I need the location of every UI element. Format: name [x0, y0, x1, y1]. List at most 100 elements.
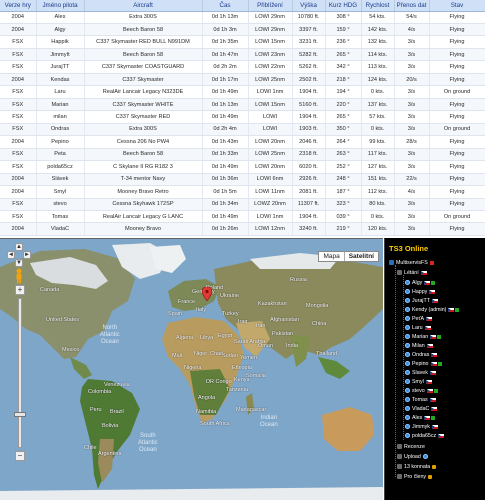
ts3-user[interactable]: Algy: [405, 278, 436, 287]
table-cell: 3397 ft.: [292, 23, 326, 37]
channel-icon: [397, 464, 402, 469]
table-row[interactable]: FSX JimmyIt Beech Baron 58 0d 1h 47m LOWI 23…: [0, 48, 485, 62]
pan-right-button[interactable]: ►: [23, 251, 31, 259]
zoom-slider-thumb[interactable]: [14, 412, 26, 417]
location-marker-icon[interactable]: [202, 287, 212, 301]
table-row[interactable]: 2004 Ales Extra 300S 0d 1h 13m LOWI 29nm 1078…: [0, 11, 485, 24]
column-header[interactable]: Přenos dat: [394, 0, 430, 12]
page: Verze hry Jméno pilota Aircraft Čas Přib…: [0, 0, 485, 500]
ts3-user[interactable]: PeťA: [405, 314, 432, 323]
table-row[interactable]: FSX Marian C337 Skymaster WHITE 0d 1h 13m LO…: [0, 98, 485, 112]
table-row[interactable]: FSX Ondras Extra 300S 0d 2h 4m LOWI 1903 ft. 3…: [0, 123, 485, 137]
ts3-user[interactable]: Happy: [405, 287, 436, 296]
table-cell: FSX: [0, 160, 37, 174]
ts3-channel-members[interactable]: Pro členy: [397, 472, 433, 481]
table-row[interactable]: FSX Laru RealAir Lancair Legacy N323DE 0d 1…: [0, 85, 485, 99]
ts3-user[interactable]: Milan: [405, 341, 433, 350]
pan-up-button[interactable]: ▲: [15, 243, 23, 251]
column-header[interactable]: Kurz HDG: [325, 0, 362, 12]
zoom-out-button[interactable]: −: [15, 451, 25, 461]
map-label-algeria: Algeria: [176, 335, 194, 341]
zoom-in-button[interactable]: +: [15, 285, 25, 295]
table-cell: FSX: [0, 210, 37, 224]
map-label-libya: Libya: [200, 335, 214, 341]
table-cell: 0d 1h 5m: [202, 185, 249, 199]
table-header-row: Verze hry Jméno pilota Aircraft Čas Přib…: [0, 0, 485, 12]
ts3-user[interactable]: Ales: [405, 413, 436, 422]
user-icon: [405, 361, 410, 366]
map-label-niger: Niger: [194, 351, 208, 357]
table-cell: Beech Baron 58: [84, 148, 203, 162]
column-header[interactable]: Stav: [429, 0, 485, 12]
table-cell: Pepino: [36, 135, 85, 149]
table-row[interactable]: 2004 Slávek T-34 mentor Navy 0d 1h 36m LOWI …: [0, 173, 485, 187]
table-cell: Cessna Skyhawk 172SP: [84, 198, 203, 212]
ts3-user-name: Milan: [412, 342, 425, 349]
pan-left-button[interactable]: ◄: [7, 251, 15, 259]
ts3-channel-upload[interactable]: Upload: [397, 452, 430, 461]
zoom-slider-track[interactable]: [18, 298, 22, 448]
table-cell: C337 Skymaster WHITE: [84, 98, 203, 112]
table-row[interactable]: 2004 Algy Beech Baron 58 0d 1h 3m LOWI 29nm 3…: [0, 23, 485, 37]
table-row[interactable]: 2004 Kendas C337 Skymaster 0d 1h 17m LOWI 25…: [0, 73, 485, 87]
street-view-pegman-icon[interactable]: [14, 268, 24, 284]
column-header[interactable]: Jméno pilota: [36, 0, 85, 12]
ts3-user[interactable]: Tomas: [405, 395, 436, 404]
ts3-user[interactable]: Smyl: [405, 377, 432, 386]
ts3-user[interactable]: Ondras: [405, 350, 438, 359]
table-row[interactable]: FSX Tomas RealAir Lancair Legacy G LANC 0d …: [0, 210, 485, 224]
ts3-user[interactable]: Kendy (admin): [405, 305, 460, 314]
world-map[interactable]: Canada United States Mexico North Atlanti…: [0, 238, 383, 500]
pan-down-button[interactable]: ▼: [15, 259, 23, 267]
table-row[interactable]: 2004 Smyl Mooney Bravo Retro 0d 1h 5m LOWI 1…: [0, 185, 485, 199]
table-cell: 218 °: [325, 73, 362, 87]
ts3-user[interactable]: Pepino: [405, 359, 442, 368]
table-cell: 0d 1h 43m: [202, 135, 249, 149]
flights-table: Verze hry Jméno pilota Aircraft Čas Přib…: [0, 0, 485, 236]
table-cell: Mooney Bravo Retro: [84, 185, 203, 199]
ts3-channel-rest[interactable]: Recenze: [397, 442, 425, 451]
ts3-user[interactable]: VladaC: [405, 404, 438, 413]
ts3-user[interactable]: stevo: [405, 386, 438, 395]
ts3-user[interactable]: Marian: [405, 332, 442, 341]
table-cell: 3/s: [394, 222, 430, 236]
table-cell: polda65cz: [36, 160, 85, 174]
ts3-user[interactable]: JurajTT: [405, 296, 438, 305]
ts3-user[interactable]: Jimmyk: [405, 422, 438, 431]
table-row[interactable]: 2004 VladaC Mooney Bravo 0d 1h 26m LOWI 12nm…: [0, 222, 485, 236]
column-header[interactable]: Čas: [202, 0, 249, 12]
column-header[interactable]: Přiblížení: [248, 0, 293, 12]
table-cell: 265 °: [325, 110, 362, 124]
table-cell: 0d 1h 13m: [202, 11, 249, 24]
column-header[interactable]: Výška: [292, 0, 326, 12]
ts3-user[interactable]: Laru: [405, 323, 431, 332]
ts3-server[interactable]: MultiservisFS: [389, 258, 434, 267]
table-row[interactable]: 2004 Pepino Cessna 206 No PW4 0d 1h 43m LOWI…: [0, 135, 485, 149]
table-cell: LOWI 6nm: [248, 173, 293, 187]
table-cell: 11307 ft.: [292, 198, 326, 212]
map-label-italy: Italy: [196, 307, 207, 313]
czech-flag-icon: [430, 334, 437, 339]
column-header[interactable]: Aircraft: [84, 0, 203, 12]
table-cell: 0d 1h 26m: [202, 222, 249, 236]
map-type-map-button[interactable]: Mapa: [319, 252, 343, 261]
ts3-channel-flying[interactable]: Létání: [397, 268, 427, 277]
status-icon: [437, 361, 442, 366]
ts3-user[interactable]: Slavek: [405, 368, 436, 377]
ts3-user[interactable]: polda65cz: [405, 431, 445, 440]
table-row[interactable]: FSX Happik C337 Skymaster RED BULL N991DM 0…: [0, 35, 485, 49]
table-row[interactable]: FSX milan C337 Skymaster RED 0d 1h 49m LOWI 1…: [0, 110, 485, 124]
ts3-channel-room[interactable]: 13 konnata: [397, 462, 437, 471]
table-cell: LOWI 23nm: [248, 48, 293, 62]
table-row[interactable]: FSX JurajTT C337 Skymaster COASTGUARD 0d 2h…: [0, 60, 485, 74]
table-cell: LOWI 20nm: [248, 160, 293, 174]
column-header[interactable]: Verze hry: [0, 0, 37, 12]
table-row[interactable]: FSX polda65cz C Skylane II RG R182 3 0d 1h …: [0, 160, 485, 174]
table-cell: 5160 ft.: [292, 98, 326, 112]
map-type-satellite-button[interactable]: Satelitní: [343, 252, 378, 261]
czech-flag-icon: [426, 343, 433, 348]
table-cell: Flying: [429, 98, 485, 112]
table-row[interactable]: FSX Peta Beech Baron 58 0d 1h 33m LOWI 25nm 2…: [0, 148, 485, 162]
column-header[interactable]: Rychlost: [361, 0, 395, 12]
table-row[interactable]: FSX stevo Cessna Skyhawk 172SP 0d 1h 34m LOW…: [0, 198, 485, 212]
